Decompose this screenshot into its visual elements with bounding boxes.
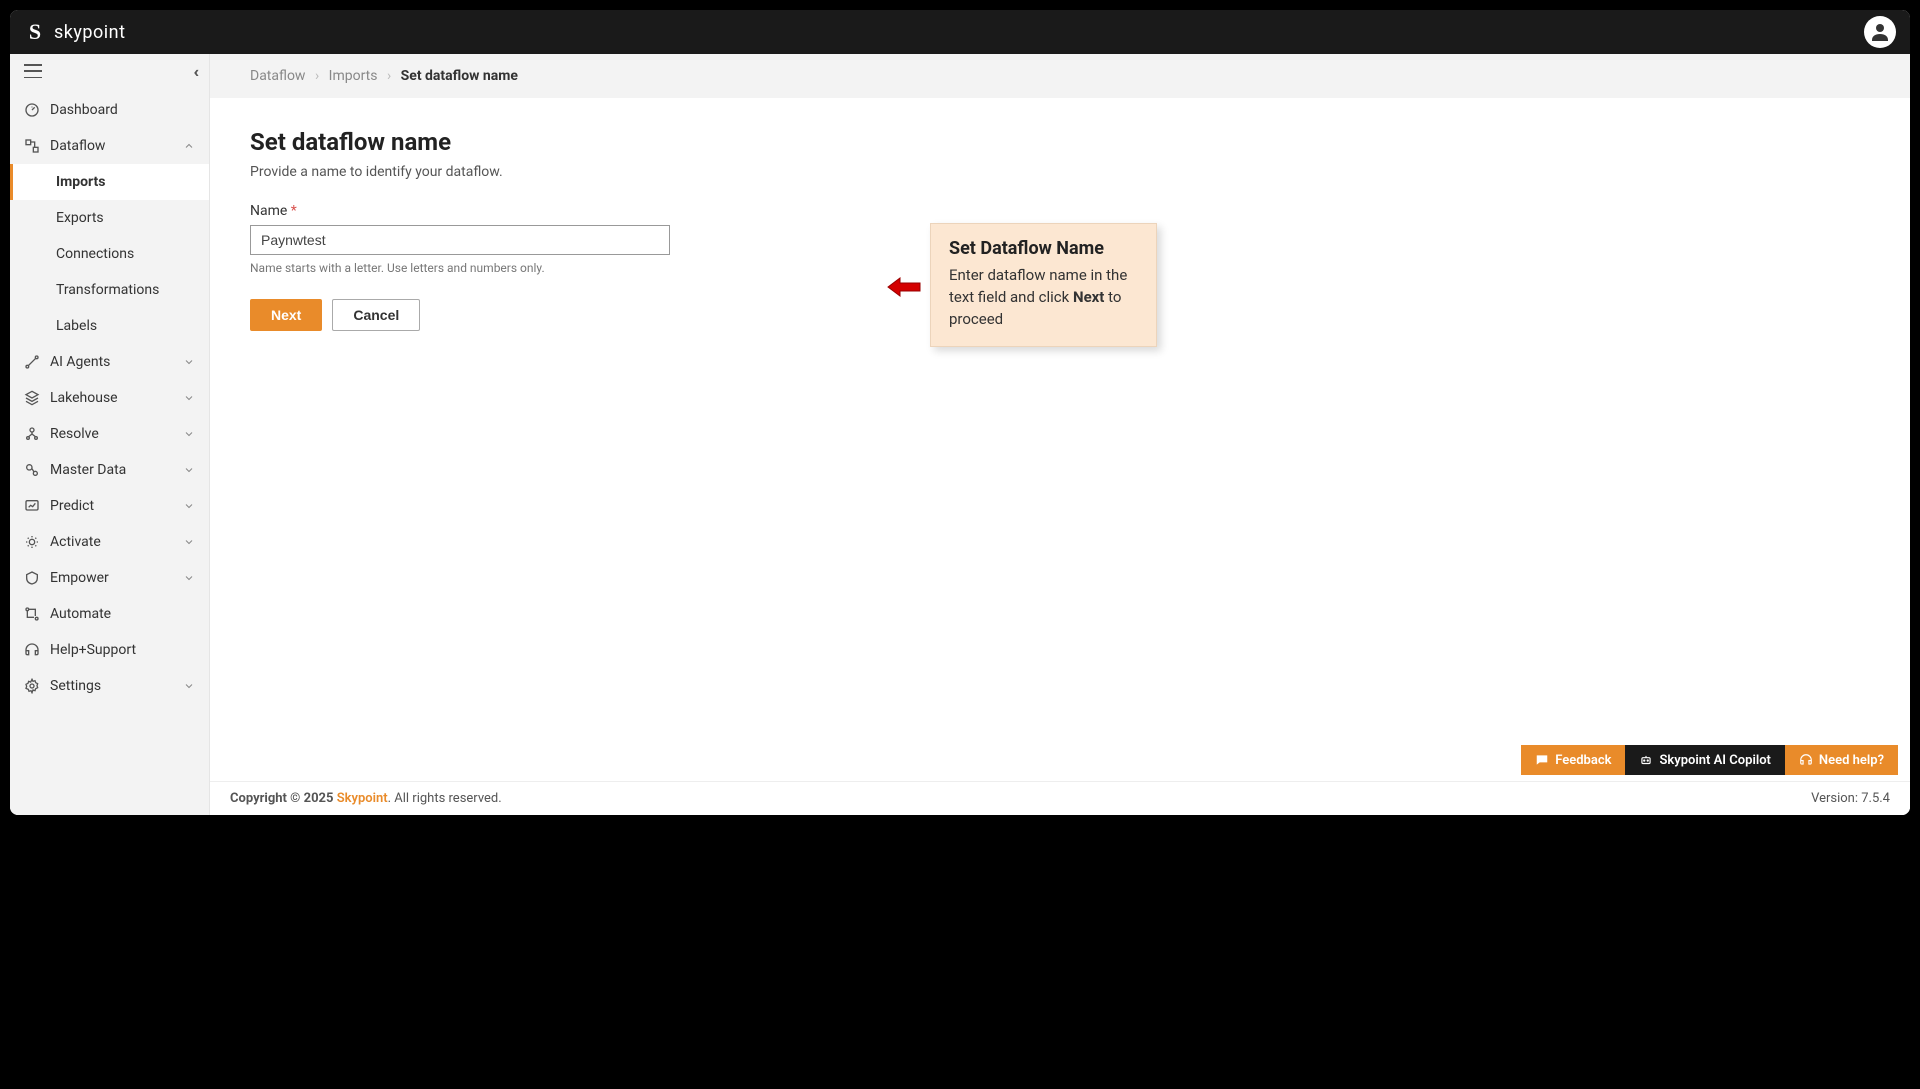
ai-agents-icon: [24, 354, 40, 370]
sidebar-item-dataflow[interactable]: Dataflow: [10, 128, 209, 164]
sidebar-item-help-support[interactable]: Help+Support: [10, 632, 209, 668]
sidebar-item-predict[interactable]: Predict: [10, 488, 209, 524]
name-label: Name *: [250, 203, 297, 219]
required-asterisk: *: [291, 203, 297, 219]
dataflow-icon: [24, 138, 40, 154]
automate-icon: [24, 606, 40, 622]
brand-logo-icon: S: [24, 21, 46, 43]
chevron-down-icon: [183, 392, 195, 404]
chevron-down-icon: [183, 356, 195, 368]
sidebar-top: ‹‹: [10, 54, 209, 84]
sidebar-item-transformations[interactable]: Transformations: [36, 272, 209, 308]
app-frame: S skypoint ‹‹ Dashboard: [10, 10, 1910, 815]
sidebar-item-label: Dataflow: [50, 138, 105, 154]
chevron-down-icon: [183, 464, 195, 476]
dataflow-name-input[interactable]: [250, 225, 670, 255]
user-icon: [1868, 20, 1892, 44]
chevron-down-icon: [183, 428, 195, 440]
callout-text: Enter dataflow name in the text field an…: [949, 265, 1138, 330]
sidebar-item-label: Predict: [50, 498, 94, 514]
sidebar-item-resolve[interactable]: Resolve: [10, 416, 209, 452]
copilot-button[interactable]: Skypoint AI Copilot: [1625, 745, 1784, 775]
sidebar-item-lakehouse[interactable]: Lakehouse: [10, 380, 209, 416]
sidebar-item-exports[interactable]: Exports: [36, 200, 209, 236]
lakehouse-icon: [24, 390, 40, 406]
chevron-down-icon: [183, 572, 195, 584]
sidebar-item-label: Automate: [50, 606, 111, 622]
sidebar-item-master-data[interactable]: Master Data: [10, 452, 209, 488]
footer: Copyright © 2025 Skypoint. All rights re…: [210, 781, 1910, 815]
help-icon: [24, 642, 40, 658]
sidebar-item-activate[interactable]: Activate: [10, 524, 209, 560]
sidebar-item-label: Help+Support: [50, 642, 136, 658]
sidebar-dataflow-sub: Imports Exports Connections Transformati…: [10, 164, 209, 344]
sidebar-item-label: Lakehouse: [50, 390, 118, 406]
collapse-sidebar-button[interactable]: ‹‹: [193, 62, 195, 81]
sidebar-item-label: Master Data: [50, 462, 126, 478]
arrow-annotation-icon: [886, 276, 922, 298]
sidebar-item-settings[interactable]: Settings: [10, 668, 209, 704]
page-title: Set dataflow name: [250, 128, 1870, 156]
feedback-button[interactable]: Feedback: [1521, 745, 1625, 775]
user-avatar[interactable]: [1864, 16, 1896, 48]
empower-icon: [24, 570, 40, 586]
callout-annotation: Set Dataflow Name Enter dataflow name in…: [930, 223, 1157, 347]
page-description: Provide a name to identify your dataflow…: [250, 164, 1870, 180]
main: Dataflow › Imports › Set dataflow name S…: [210, 54, 1910, 815]
sidebar-item-empower[interactable]: Empower: [10, 560, 209, 596]
predict-icon: [24, 498, 40, 514]
chevron-down-icon: [183, 680, 195, 692]
chevron-down-icon: [183, 500, 195, 512]
sidebar-item-connections[interactable]: Connections: [36, 236, 209, 272]
body: ‹‹ Dashboard Dataflow Impo: [10, 54, 1910, 815]
resolve-icon: [24, 426, 40, 442]
master-data-icon: [24, 462, 40, 478]
footer-copyright: Copyright © 2025 Skypoint. All rights re…: [230, 791, 502, 806]
sidebar-item-label: Empower: [50, 570, 109, 586]
sidebar-item-imports[interactable]: Imports: [10, 164, 209, 200]
breadcrumb-current: Set dataflow name: [401, 68, 518, 84]
callout-title: Set Dataflow Name: [949, 238, 1138, 259]
dashboard-icon: [24, 102, 40, 118]
chevron-up-icon: [183, 140, 195, 152]
footer-version: Version: 7.5.4: [1811, 791, 1890, 806]
footer-brand-link[interactable]: Skypoint: [337, 791, 388, 806]
breadcrumb: Dataflow › Imports › Set dataflow name: [210, 54, 1910, 98]
breadcrumb-separator: ›: [387, 68, 391, 84]
brand[interactable]: S skypoint: [24, 21, 126, 43]
sidebar-item-label: Settings: [50, 678, 101, 694]
activate-icon: [24, 534, 40, 550]
sidebar: ‹‹ Dashboard Dataflow Impo: [10, 54, 210, 815]
sidebar-item-label: AI Agents: [50, 354, 110, 370]
sidebar-item-automate[interactable]: Automate: [10, 596, 209, 632]
gear-icon: [24, 678, 40, 694]
sidebar-item-ai-agents[interactable]: AI Agents: [10, 344, 209, 380]
brand-name: skypoint: [54, 22, 126, 43]
need-help-button[interactable]: Need help?: [1785, 745, 1898, 775]
breadcrumb-separator: ›: [315, 68, 319, 84]
sidebar-item-label: Dashboard: [50, 102, 118, 118]
topbar: S skypoint: [10, 10, 1910, 54]
bot-icon: [1639, 753, 1653, 767]
content: Set dataflow name Provide a name to iden…: [210, 98, 1910, 781]
cancel-button[interactable]: Cancel: [332, 299, 420, 331]
sidebar-item-labels[interactable]: Labels: [36, 308, 209, 344]
chat-icon: [1535, 753, 1549, 767]
breadcrumb-item[interactable]: Imports: [329, 68, 378, 84]
headset-icon: [1799, 753, 1813, 767]
chevron-down-icon: [183, 536, 195, 548]
sidebar-item-dashboard[interactable]: Dashboard: [10, 92, 209, 128]
sidebar-item-label: Activate: [50, 534, 101, 550]
sidebar-item-label: Resolve: [50, 426, 99, 442]
nav: Dashboard Dataflow Imports Exports Conne…: [10, 84, 209, 712]
bottom-buttons: Feedback Skypoint AI Copilot Need help?: [1521, 745, 1898, 775]
next-button[interactable]: Next: [250, 299, 322, 331]
breadcrumb-item[interactable]: Dataflow: [250, 68, 305, 84]
hamburger-icon[interactable]: [24, 64, 42, 78]
